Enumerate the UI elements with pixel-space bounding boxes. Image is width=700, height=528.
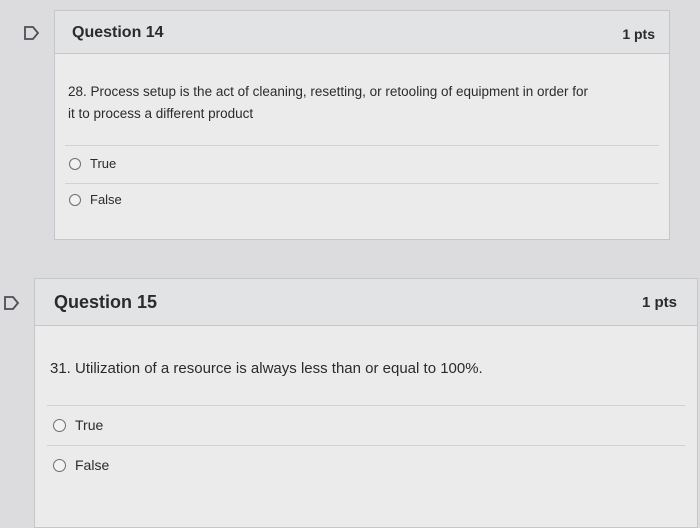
question-15-card: Question 15 1 pts 31. Utilization of a r… [34, 278, 698, 528]
question-14-header: Question 14 1 pts [55, 11, 669, 54]
answer-true[interactable]: True [53, 417, 103, 433]
radio-false[interactable] [53, 458, 66, 472]
radio-true[interactable] [69, 157, 81, 170]
answer-false[interactable]: False [53, 457, 109, 473]
question-14-points: 1 pts [622, 26, 655, 42]
divider [65, 145, 659, 146]
answer-false[interactable]: False [69, 192, 122, 207]
radio-false[interactable] [69, 193, 81, 206]
divider [47, 445, 685, 446]
question-14-text-line-1: 28. Process setup is the act of cleaning… [68, 84, 589, 99]
divider [65, 183, 659, 184]
flag-question-15-icon[interactable] [4, 296, 20, 310]
question-15-header: Question 15 1 pts [35, 279, 697, 326]
answer-label: False [75, 457, 110, 473]
question-14-text: 28. Process setup is the act of cleaning… [68, 81, 663, 125]
answer-true[interactable]: True [69, 156, 116, 171]
radio-true[interactable] [53, 418, 66, 432]
question-14-card: Question 14 1 pts 28. Process setup is t… [54, 10, 670, 240]
answer-label: True [75, 417, 104, 433]
answer-label: True [90, 156, 117, 171]
flag-question-14-icon[interactable] [24, 26, 40, 40]
question-15-text: 31. Utilization of a resource is always … [50, 360, 483, 377]
question-15-title: Question 15 [54, 292, 158, 312]
question-15-points: 1 pts [641, 294, 677, 311]
answer-label: False [90, 192, 122, 207]
question-14-title: Question 14 [72, 24, 164, 41]
divider [47, 405, 685, 406]
question-14-text-line-2: it to process a different product [68, 106, 254, 121]
